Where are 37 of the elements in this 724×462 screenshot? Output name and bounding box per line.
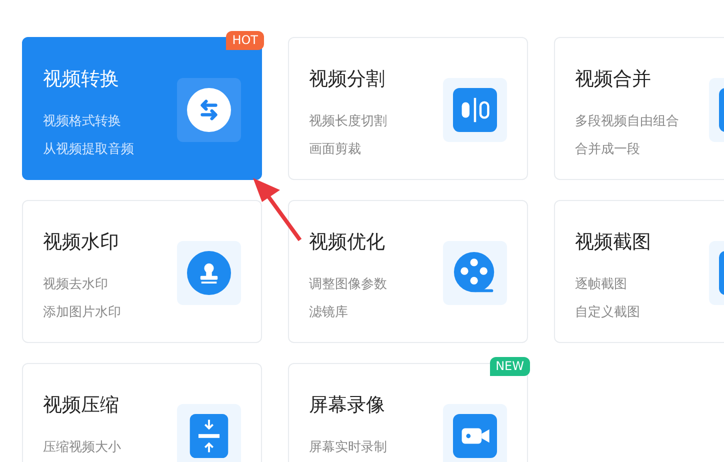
- card-description: 多段视频自由组合: [575, 113, 679, 131]
- feature-card[interactable]: 视频截图 逐帧截图 自定义截图: [554, 200, 724, 343]
- card-description: 自定义截图: [575, 304, 641, 322]
- film-reel-icon: [453, 251, 497, 295]
- feature-card[interactable]: 视频优化 调整图像参数 滤镜库: [288, 200, 528, 343]
- card-title: 视频转换: [43, 67, 120, 92]
- card-description: 视频去水印: [43, 276, 109, 294]
- feature-card[interactable]: 视频压缩 压缩视频大小: [22, 363, 262, 462]
- video-camera-icon: [453, 414, 497, 458]
- card-description: 屏幕实时录制: [309, 439, 387, 457]
- card-title: 视频压缩: [43, 393, 120, 418]
- card-description: 从视频提取音频: [43, 141, 134, 159]
- card-description: 画面剪裁: [309, 141, 362, 159]
- feature-card[interactable]: 视频水印 视频去水印 添加图片水印: [22, 200, 262, 343]
- card-title: 视频水印: [43, 230, 120, 255]
- card-description: 视频长度切割: [309, 113, 387, 131]
- card-description: 添加图片水印: [43, 304, 121, 322]
- card-title: 视频合并: [575, 67, 652, 92]
- tag-badge: NEW: [490, 357, 530, 376]
- card-description: 滤镜库: [309, 304, 349, 322]
- card-description: 调整图像参数: [309, 276, 387, 294]
- card-description: 合并成一段: [575, 141, 641, 159]
- split-icon: [453, 88, 497, 132]
- card-description: 视频格式转换: [43, 113, 122, 131]
- swap-arrows-icon: [187, 88, 231, 132]
- stamp-icon: [187, 251, 231, 295]
- card-title: 视频优化: [309, 230, 386, 255]
- tag-badge: HOT: [226, 31, 264, 50]
- card-title: 屏幕录像: [309, 393, 386, 418]
- arrow-annotation: [253, 178, 302, 242]
- feature-card[interactable]: 视频合并 多段视频自由组合 合并成一段: [554, 37, 724, 180]
- card-title: 视频分割: [309, 67, 386, 92]
- card-description: 压缩视频大小: [43, 439, 121, 457]
- compress-icon: [187, 414, 231, 458]
- card-title: 视频截图: [575, 230, 651, 255]
- feature-card[interactable]: 视频分割 视频长度切割 画面剪裁: [288, 37, 528, 180]
- card-description: 逐帧截图: [575, 276, 628, 294]
